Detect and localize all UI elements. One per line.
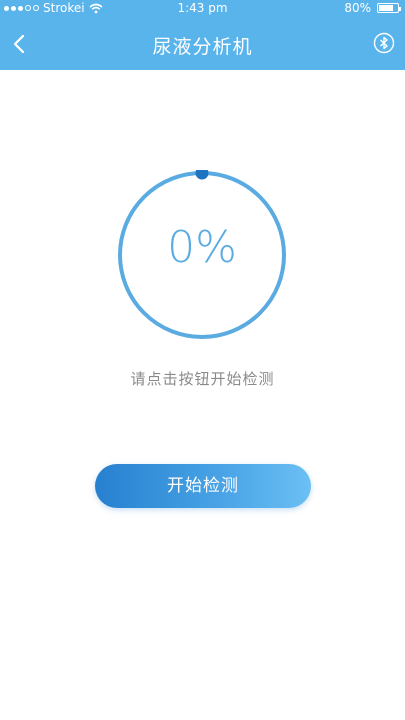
battery-tip: [399, 7, 401, 11]
battery-percentage: 80%: [344, 1, 371, 15]
bluetooth-button[interactable]: [373, 32, 395, 54]
navigation-bar: 尿液分析机: [0, 18, 405, 70]
instruction-text: 请点击按钮开始检测: [130, 370, 275, 388]
start-detection-button[interactable]: 开始检测: [95, 464, 311, 508]
bluetooth-icon: [373, 32, 395, 54]
app-header: Strokei 1:43 pm 80% 尿液分析机: [0, 0, 405, 70]
page-title: 尿液分析机: [152, 36, 253, 58]
status-right: 80%: [344, 1, 401, 15]
progress-percentage: 0%: [167, 222, 237, 273]
progress-knob: [195, 170, 209, 180]
status-bar: Strokei 1:43 pm 80%: [0, 0, 405, 18]
battery-fill: [379, 5, 393, 11]
battery-icon: [377, 3, 401, 13]
